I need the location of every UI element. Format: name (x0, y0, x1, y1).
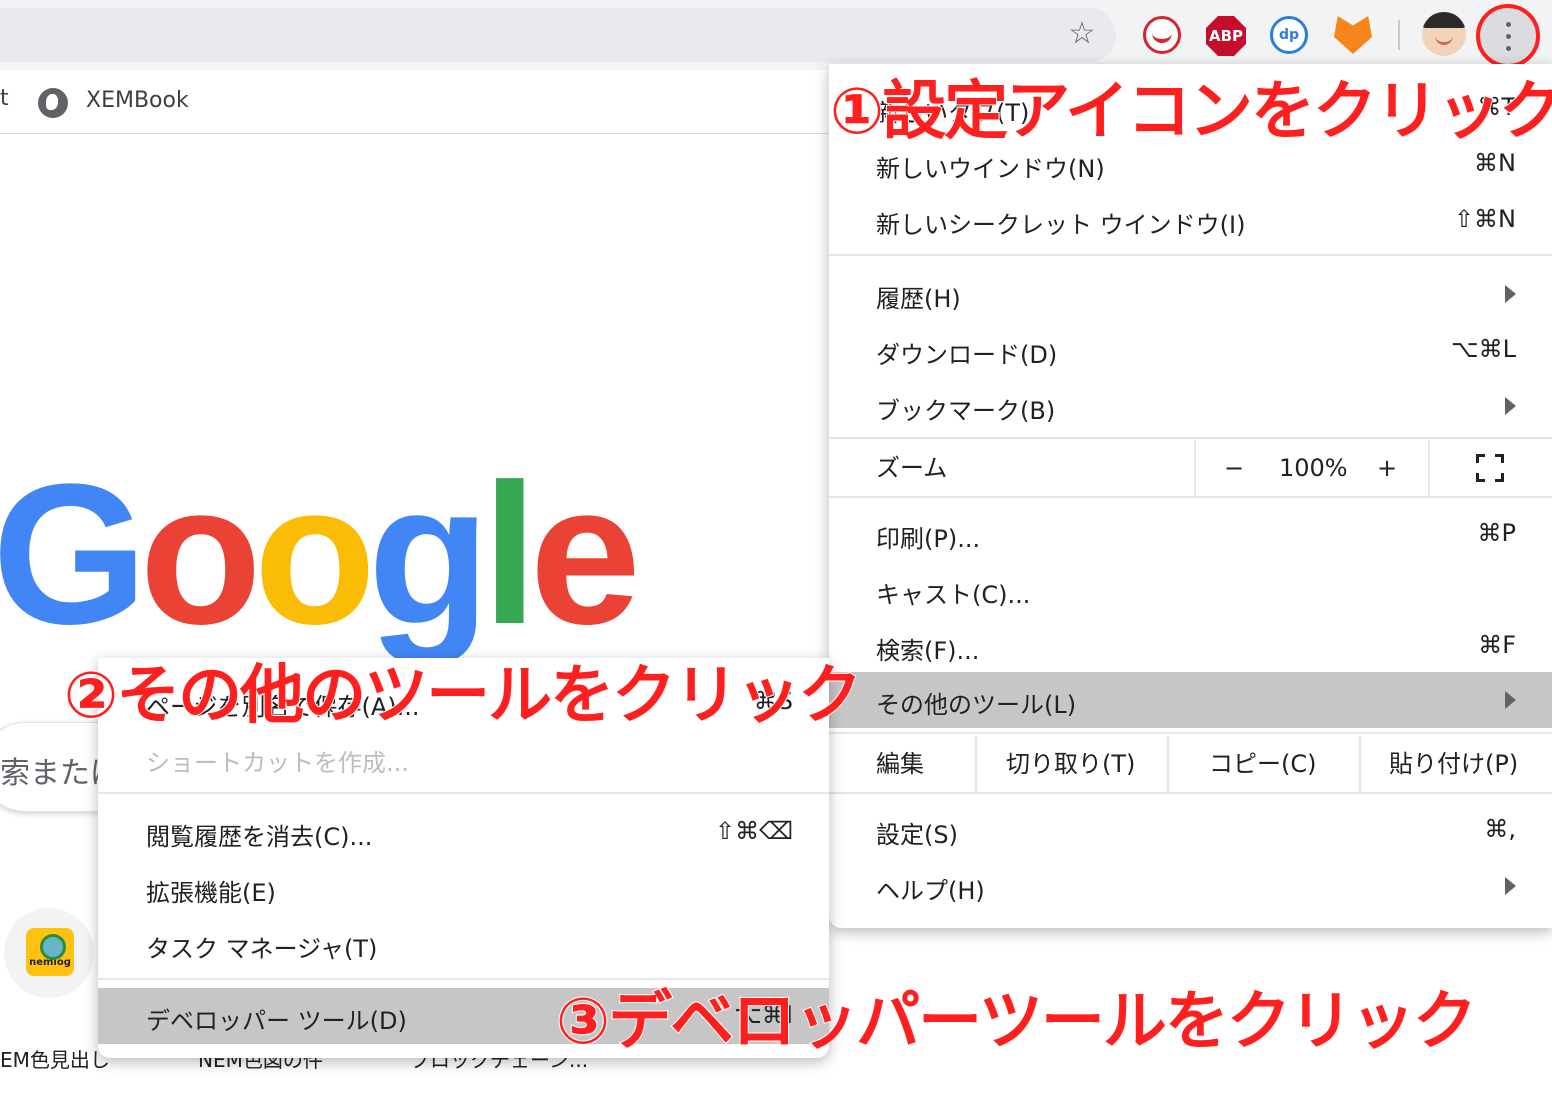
shortcut-label[interactable]: EM色見出し (0, 1044, 110, 1073)
menu-item-more-tools[interactable]: その他のツール(L) (829, 672, 1552, 728)
google-logo-letter: e (529, 443, 641, 666)
menu-edit-row: 編集 切り取り(T) コピー(C) 貼り付け(P) (829, 736, 1552, 792)
google-logo: Google (0, 440, 641, 670)
menu-divider (829, 496, 1552, 498)
menu-zoom-row: ズーム − 100% + (829, 440, 1552, 496)
menu-item-shortcut: ⌘P (1477, 519, 1516, 547)
menu-item-label: その他のツール(L) (876, 691, 1077, 719)
menu-divider (98, 978, 829, 980)
menu-item-new-incognito-window[interactable]: 新しいシークレット ウインドウ(I) ⇧⌘N (829, 192, 1552, 248)
fullscreen-icon[interactable] (1476, 454, 1504, 482)
trend-micro-icon[interactable] (1143, 16, 1181, 54)
menu-item-find[interactable]: 検索(F)... ⌘F (829, 618, 1552, 674)
profile-avatar[interactable] (1422, 12, 1466, 56)
cut-button[interactable]: 切り取り(T) (1006, 736, 1135, 792)
menu-item-print[interactable]: 印刷(P)... ⌘P (829, 506, 1552, 562)
menu-divider (829, 732, 1552, 734)
nemlog-icon: nemlog (26, 928, 74, 976)
menu-item-cast[interactable]: キャスト(C)... (829, 562, 1552, 618)
menu-item-shortcut: ⌥⌘L (1450, 335, 1516, 363)
menu-item-label: 履歴(H) (876, 285, 961, 313)
submenu-item-create-shortcut: ショートカットを作成... (98, 730, 829, 786)
submenu-item-task-manager[interactable]: タスク マネージャ(T) (98, 916, 829, 972)
menu-item-shortcut: ⌘N (1474, 149, 1516, 177)
annotation-step-2: ②その他のツールをクリック (63, 659, 863, 733)
kebab-menu-icon[interactable] (1476, 4, 1540, 68)
menu-item-label: 新しいシークレット ウインドウ(I) (876, 211, 1246, 239)
menu-item-shortcut: ⇧⌘⌫ (714, 817, 793, 845)
bookmark-item-xembook[interactable]: XEMBook (86, 88, 189, 113)
menu-item-shortcut: ⇧⌘N (1453, 205, 1516, 233)
menu-divider (829, 792, 1552, 794)
submenu-arrow-icon (1505, 285, 1516, 303)
menu-item-settings[interactable]: 設定(S) ⌘, (829, 802, 1552, 858)
annotation-step-3: ③デベロッパーツールをクリック (555, 985, 1478, 1059)
menu-item-downloads[interactable]: ダウンロード(D) ⌥⌘L (829, 322, 1552, 378)
edit-divider (1359, 736, 1361, 792)
zoom-value: 100% (1279, 454, 1348, 482)
dp-extension-icon[interactable]: dp (1270, 16, 1308, 54)
google-logo-letter: l (482, 443, 538, 666)
google-logo-letter: o (253, 443, 376, 666)
submenu-item-extensions[interactable]: 拡張機能(E) (98, 860, 829, 916)
menu-divider (98, 792, 829, 794)
annotation-step-1: ①設定アイコンをクリック (829, 75, 1552, 149)
google-logo-letter: o (139, 443, 262, 666)
menu-item-help[interactable]: ヘルプ(H) (829, 858, 1552, 914)
menu-item-label: 印刷(P)... (876, 525, 981, 553)
edit-label: 編集 (876, 750, 924, 778)
star-icon[interactable]: ☆ (1064, 16, 1100, 52)
submenu-arrow-icon (1505, 397, 1516, 415)
zoom-divider (1194, 440, 1196, 496)
zoom-label: ズーム (876, 454, 948, 482)
menu-divider (829, 254, 1552, 256)
adblock-plus-icon[interactable]: ABP (1206, 16, 1246, 56)
submenu-arrow-icon (1505, 877, 1516, 895)
menu-item-bookmarks[interactable]: ブックマーク(B) (829, 378, 1552, 434)
chrome-main-menu: 新しいタブ(T) ⌘T 新しいウインドウ(N) ⌘N 新しいシークレット ウイン… (829, 64, 1552, 928)
globe-icon (38, 88, 68, 118)
paste-button[interactable]: 貼り付け(P) (1389, 736, 1518, 792)
metamask-fox-icon[interactable] (1334, 16, 1372, 54)
menu-item-label: 閲覧履歴を消去(C)... (146, 823, 373, 851)
zoom-in-button[interactable]: + (1376, 440, 1398, 496)
menu-item-label: タスク マネージャ(T) (146, 935, 378, 963)
menu-item-label: ショートカットを作成... (146, 749, 409, 777)
google-logo-letter: g (367, 443, 490, 666)
menu-item-label: ブックマーク(B) (876, 397, 1056, 425)
toolbar-separator (1398, 20, 1400, 50)
menu-item-shortcut: ⌘F (1478, 631, 1516, 659)
menu-item-label: キャスト(C)... (876, 581, 1031, 609)
menu-item-label: 拡張機能(E) (146, 879, 276, 907)
menu-item-label: 検索(F)... (876, 637, 980, 665)
menu-item-label: デベロッパー ツール(D) (146, 1007, 407, 1035)
submenu-item-clear-browsing-data[interactable]: 閲覧履歴を消去(C)... ⇧⌘⌫ (98, 804, 829, 860)
submenu-arrow-icon (1505, 691, 1516, 709)
bookmark-item-cut[interactable]: t (0, 86, 9, 111)
menu-item-label: ダウンロード(D) (876, 341, 1058, 369)
menu-divider (829, 437, 1552, 439)
browser-toolbar: ☆ ABP dp (0, 0, 1552, 70)
edit-divider (975, 736, 977, 792)
menu-item-history[interactable]: 履歴(H) (829, 266, 1552, 322)
zoom-divider (1428, 440, 1430, 496)
google-logo-letter: G (0, 443, 148, 666)
menu-item-label: ヘルプ(H) (876, 877, 985, 905)
address-bar[interactable] (0, 8, 1116, 62)
edit-divider (1167, 736, 1169, 792)
menu-item-label: 設定(S) (876, 821, 958, 849)
menu-item-shortcut: ⌘, (1484, 815, 1516, 843)
zoom-out-button[interactable]: − (1223, 440, 1245, 496)
copy-button[interactable]: コピー(C) (1209, 736, 1316, 792)
menu-item-label: 新しいウインドウ(N) (876, 155, 1105, 183)
